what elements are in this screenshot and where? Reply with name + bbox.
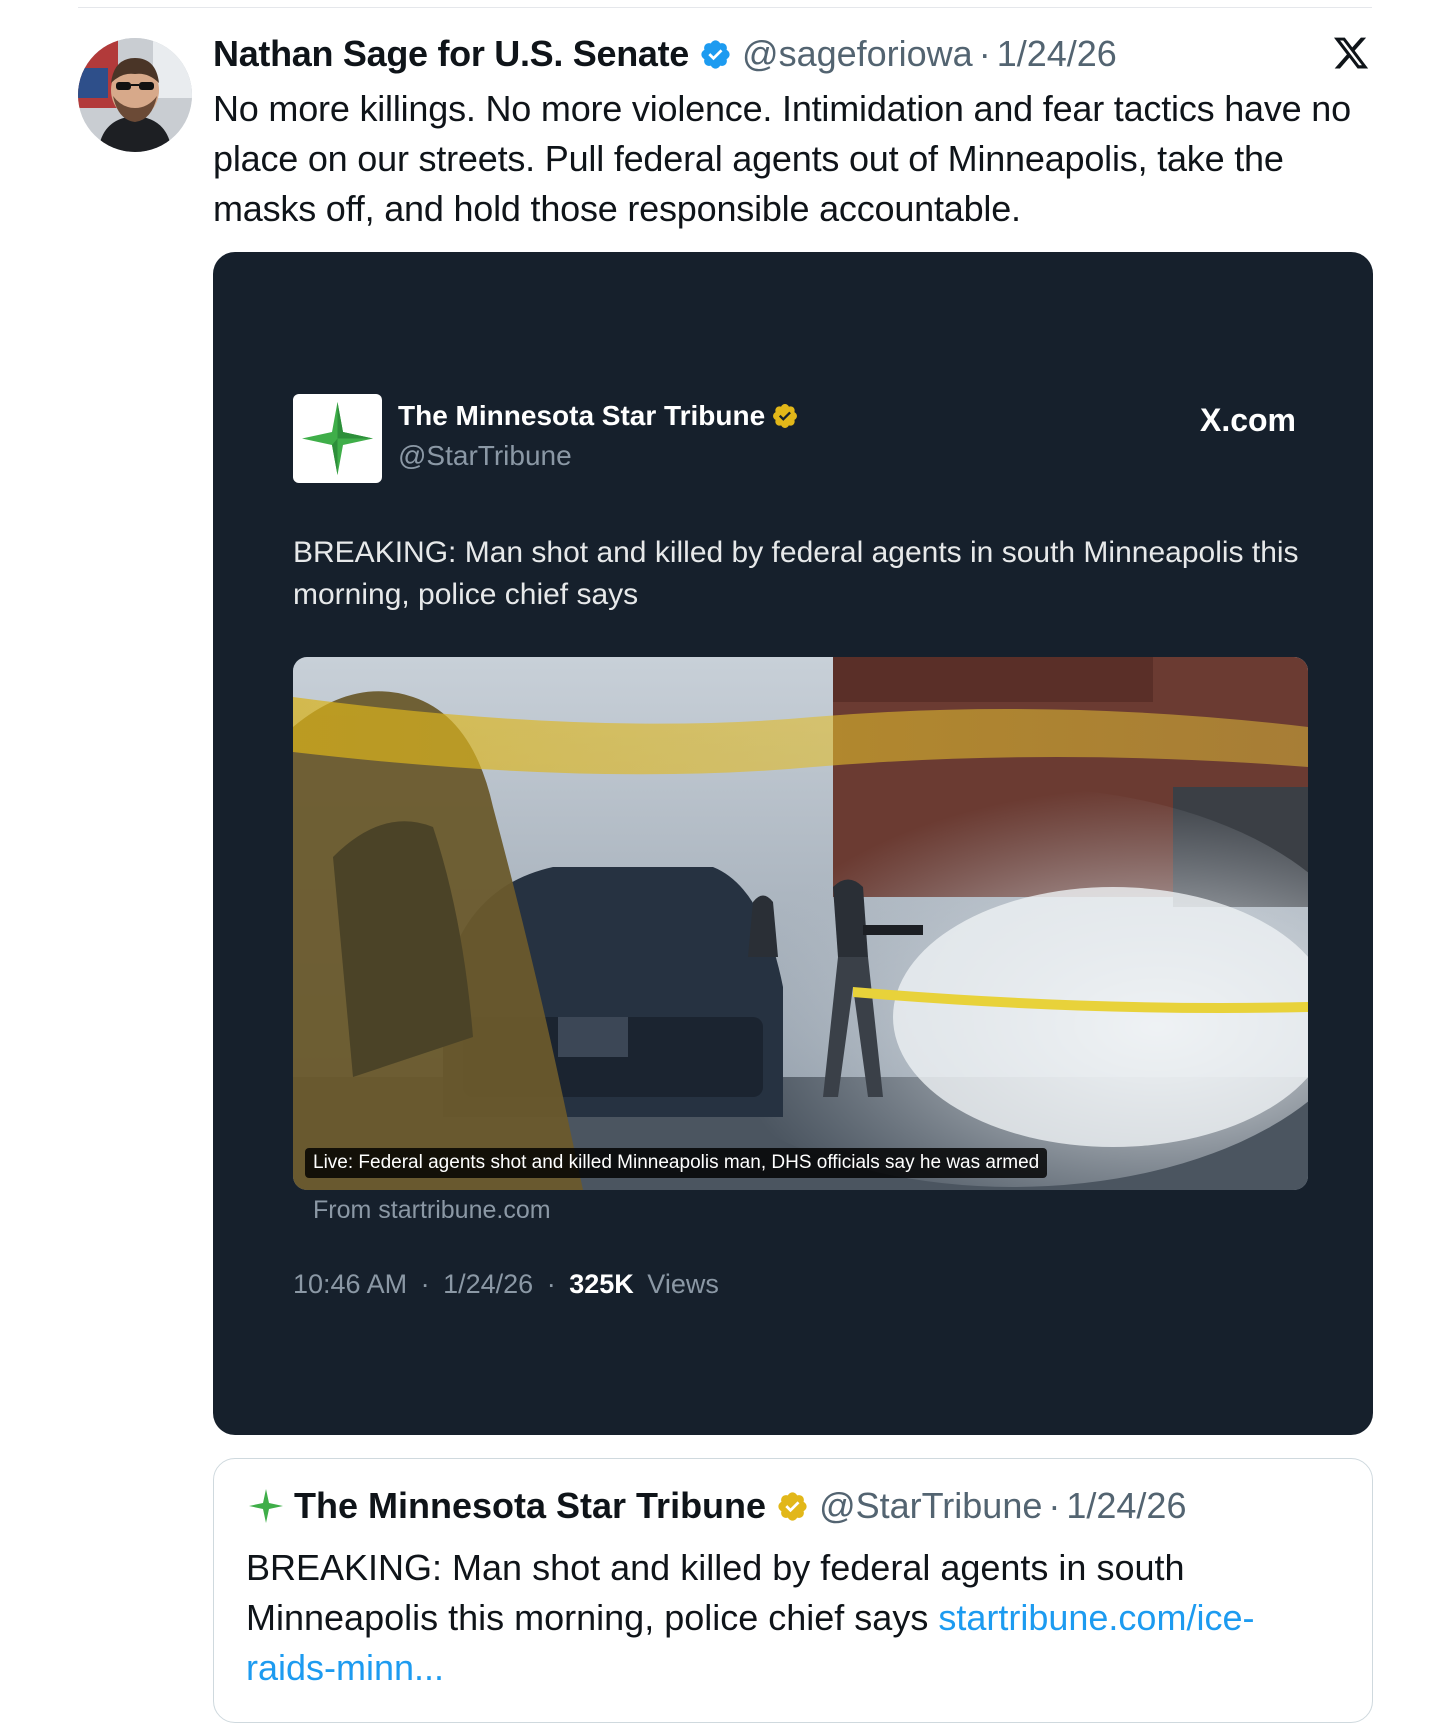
quoted-handle[interactable]: @StarTribune [819, 1485, 1042, 1527]
embedded-account-name: The Minnesota Star Tribune [398, 400, 766, 431]
news-photo[interactable]: Live: Federal agents shot and killed Min… [293, 657, 1308, 1190]
tweet-header: Nathan Sage for U.S. Senate @sageforiowa… [213, 30, 1117, 78]
quoted-tweet-card[interactable]: The Minnesota Star Tribune @StarTribune … [213, 1458, 1373, 1723]
separator-dot: · [546, 1269, 556, 1299]
separator-dot: · [1048, 1485, 1061, 1526]
embedded-media-card[interactable]: The Minnesota Star Tribune @StarTribune … [213, 252, 1373, 1435]
embedded-tweet-text: BREAKING: Man shot and killed by federal… [293, 536, 1299, 611]
avatar[interactable] [78, 38, 192, 152]
embedded-account-row: The Minnesota Star Tribune [398, 400, 799, 432]
news-photo-image [293, 657, 1308, 1190]
x-logo-icon[interactable] [1332, 34, 1370, 72]
tweet-text: No more killings. No more violence. Inti… [213, 88, 1351, 229]
quoted-tweet-text: BREAKING: Man shot and killed by federal… [246, 1543, 1336, 1693]
author-handle[interactable]: @sageforiowa [742, 33, 973, 75]
star-tribune-logo-icon [293, 394, 382, 483]
embedded-date: 1/24/26 [443, 1269, 534, 1299]
quoted-tweet-header: The Minnesota Star Tribune @StarTribune … [246, 1481, 1186, 1531]
gold-verified-badge-icon [778, 1491, 807, 1521]
embedded-meta-row: 10:46 AM · 1/24/26 · 325K Views [293, 1269, 719, 1300]
separator-dot: · [420, 1269, 430, 1299]
verified-badge-icon [701, 39, 730, 69]
views-count: 325K [569, 1269, 634, 1299]
star-tribune-logo-icon [249, 1489, 283, 1523]
top-divider [78, 7, 1372, 8]
avatar-image [78, 38, 192, 152]
gold-verified-badge-icon [773, 404, 798, 428]
separator-dot: · [978, 33, 991, 74]
tweet-date[interactable]: 1/24/26 [997, 33, 1117, 75]
author-name[interactable]: Nathan Sage for U.S. Senate [213, 33, 689, 75]
quoted-date[interactable]: 1/24/26 [1066, 1485, 1186, 1527]
views-label: Views [647, 1269, 719, 1299]
quoted-account-name[interactable]: The Minnesota Star Tribune [294, 1485, 766, 1527]
photo-caption: Live: Federal agents shot and killed Min… [305, 1148, 1048, 1178]
site-label: X.com [1199, 402, 1296, 438]
embedded-time: 10:46 AM [293, 1269, 408, 1299]
link-source[interactable]: From startribune.com [313, 1196, 551, 1225]
embedded-account-handle: @StarTribune [398, 440, 572, 471]
